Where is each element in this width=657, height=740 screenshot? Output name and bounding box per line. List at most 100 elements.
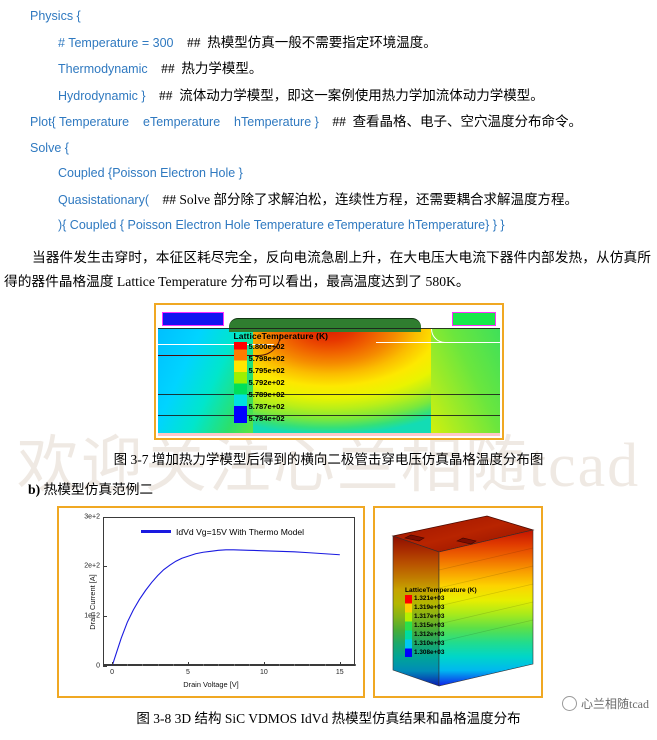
chart-x-minor-tick [142,663,144,666]
colorbar-gradient [405,594,412,657]
layer-boundary-line [157,414,500,416]
colorbar-tick: 1.321e+03 [414,594,445,602]
chart-y-tick-label: 0 [96,662,100,669]
code-line: Quasistationary( ## Solve 部分除了求解泊松，连续性方程… [0,187,657,214]
chart-x-minor-tick [203,663,205,666]
code-comment: ## 查看晶格、电子、空穴温度分布命令。 [332,114,583,129]
chart-legend: IdVd Vg=15V With Thermo Model [141,527,304,537]
code-line: Plot{ Temperature eTemperature hTemperat… [0,109,657,136]
colorbar-title: LatticeTemperature (K) [233,330,329,341]
figure-1-colorbar-legend: LatticeTemperature (K) 5.800e+02 5.798e+… [233,330,329,423]
chart-x-tick-mark [112,661,114,666]
code-block: Physics { # Temperature = 300 ## 热模型仿真一般… [0,0,657,239]
chart-x-minor-tick [233,663,235,666]
chart-x-minor-tick [157,663,159,666]
section-b-title: 热模型仿真范例二 [43,481,154,497]
figure-2-row: Drain Current [A] Drain Voltage [V] IdVd… [57,505,657,698]
chart-x-minor-tick [355,663,356,666]
colorbar-tick: 5.798e+02 [248,353,285,363]
chart-plot-area: IdVd Vg=15V With Thermo Model 0 1e+2 2e+2 3… [84,513,356,676]
chart-x-tick-mark [263,661,265,666]
chart-y-tick-mark [103,566,107,568]
chart-x-minor-tick [218,663,220,666]
code-text: Solve { [30,140,69,155]
code-line: Thermodynamic ## 热力学模型。 [0,56,657,83]
colorbar-tick-labels: 1.321e+03 1.319e+03 1.317e+03 1.315e+03 … [414,595,444,657]
colorbar-tick: 5.792e+02 [248,377,285,387]
figure-2-colorbar-legend: LatticeTemperature (K) 1.321e+03 1.319e+… [405,587,477,657]
body-paragraph: 当器件发生击穿时，本征区耗尽完全，反向电流急剧上升，在大电压大电流下器件内部发热… [4,249,651,289]
figure-2-caption: 图 3-8 3D 结构 SiC VDMOS IdVd 热模型仿真结果和晶格温度分… [136,710,521,726]
colorbar-tick: 1.310e+03 [414,639,445,647]
colorbar-tick: 5.789e+02 [248,389,285,399]
cathode-contact [451,311,496,326]
colorbar-tick: 1.312e+03 [414,630,445,638]
document-page: 欢迎关注心兰相随tcad Physics { # Temperature = 3… [0,0,657,740]
chart-x-tick-mark [188,661,189,666]
layer-boundary-line [157,393,500,395]
anode-contact [161,311,224,326]
chart-y-tick-mark [103,516,107,518]
chart-y-axis-label: Drain Current [A] [88,573,98,630]
device-cross-section-render [157,306,500,436]
chart-x-minor-tick [294,663,296,666]
section-b-marker: b) [28,481,41,497]
code-line: Coupled {Poisson Electron Hole } [0,161,657,187]
code-line: Physics { [0,4,657,30]
code-text: Hydrodynamic } [58,88,146,103]
colorbar-tick: 1.308e+03 [414,649,445,657]
figure-2-3d-device-render: LatticeTemperature (K) 1.321e+03 1.319e+… [373,505,543,698]
chart-x-minor-tick [309,663,311,666]
substrate-contact [157,432,500,436]
colorbar-tick: 1.317e+03 [414,612,445,620]
chart-x-tick-mark [339,661,341,666]
figure-1-lattice-temperature-cross-section: LatticeTemperature (K) 5.800e+02 5.798e+… [153,302,504,440]
colorbar-tick: 5.800e+02 [248,341,285,351]
idvd-chart: Drain Current [A] Drain Voltage [V] IdVd… [57,505,365,698]
colorbar-tick: 5.784e+02 [248,413,285,423]
chart-x-tick-label: 15 [335,668,344,676]
junction-contour [431,328,500,343]
code-text: Thermodynamic [58,62,148,76]
brand-text: 心兰相随tcad [581,697,649,711]
colorbar-tick-labels: 5.800e+02 5.798e+02 5.795e+02 5.792e+02 … [249,342,285,423]
code-text: # Temperature = 300 [58,35,174,50]
device-mesa [229,317,421,332]
chart-x-axis-label: Drain Voltage [V] [183,679,239,689]
depletion-contour [376,341,500,343]
colorbar-gradient [233,341,247,423]
code-text: ){ Coupled { Poisson Electron Hole Tempe… [58,218,505,232]
colorbar-tick: 5.787e+02 [248,401,285,411]
chart-y-tick-label: 2e+2 [84,562,100,570]
code-text: Physics { [30,9,81,23]
figure-1-wrapper: LatticeTemperature (K) 5.800e+02 5.798e+… [0,302,657,440]
legend-label: IdVd Vg=15V With Thermo Model [176,526,305,537]
colorbar-tick: 1.319e+03 [414,603,445,611]
figure-1-caption: 图 3-7 增加热力学模型后得到的横向二极管击穿电压仿真晶格温度分布图 [113,451,544,467]
legend-color-swatch [141,530,171,533]
footer-brand: 心兰相随tcad [562,695,649,712]
chart-x-minor-tick [248,663,250,666]
code-line: Solve { [0,136,657,162]
code-comment: ## Solve 部分除了求解泊松，连续性方程，还需要耦合求解温度方程。 [162,191,579,207]
code-text: Quasistationary( [58,192,150,207]
colorbar-title: LatticeTemperature (K) [405,586,477,594]
chart-y-tick-mark [103,665,107,667]
code-text: Coupled {Poisson Electron Hole } [58,166,243,180]
brand-logo-icon [562,696,577,711]
code-comment: ## 流体动力学模型，即这一案例使用热力学加流体动力学模型。 [159,87,544,103]
chart-x-tick-label: 0 [110,668,115,676]
code-line: ){ Coupled { Poisson Electron Hole Tempe… [0,213,657,239]
chart-y-tick-label: 1e+2 [84,612,100,620]
chart-x-minor-tick [279,663,281,666]
code-comment: ## 热模型仿真一般不需要指定环境温度。 [186,34,437,50]
colorbar-tick: 1.315e+03 [414,621,445,629]
code-text: Plot{ Temperature eTemperature hTemperat… [30,115,319,129]
code-line: Hydrodynamic } ## 流体动力学模型，即这一案例使用热力学加流体动… [0,83,657,110]
chart-y-tick-label: 3e+2 [84,513,100,520]
chart-x-minor-tick [172,663,174,666]
chart-x-tick-label: 10 [260,668,268,676]
section-b-heading: b) 热模型仿真范例二 [28,478,657,498]
code-line: # Temperature = 300 ## 热模型仿真一般不需要指定环境温度。 [0,30,657,57]
chart-x-minor-tick [127,663,129,666]
